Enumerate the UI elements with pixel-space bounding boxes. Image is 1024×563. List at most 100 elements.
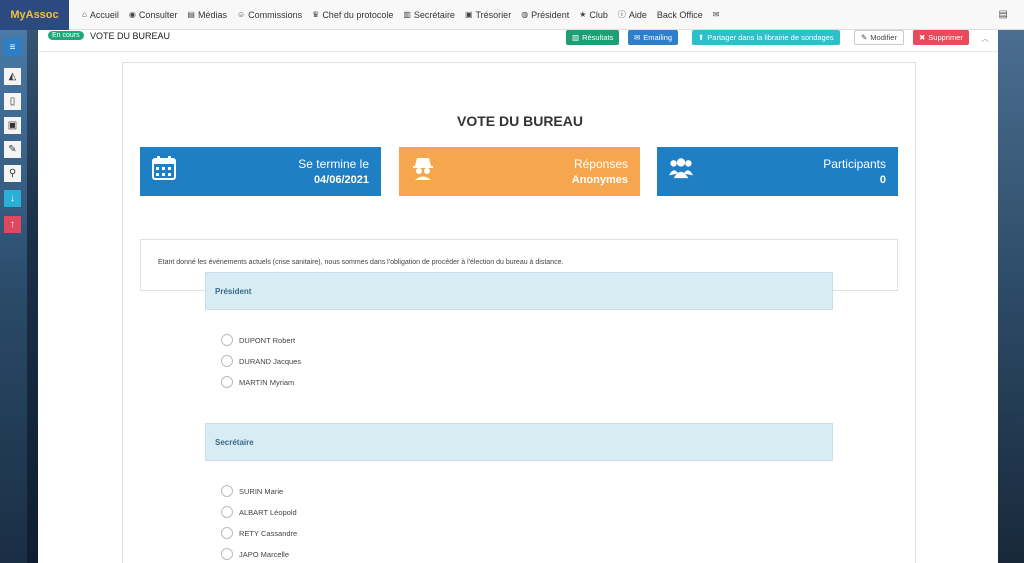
option-label: SURIN Marie (239, 486, 284, 496)
close-icon: ✖ (919, 33, 926, 42)
radio-button[interactable] (221, 485, 233, 497)
option-martin-myriam[interactable]: MARTIN Myriam (221, 376, 294, 388)
section-header-president: Président (205, 272, 833, 310)
nav-label: Accueil (89, 9, 119, 20)
option-japo-marcelle[interactable]: JAPO Marcelle (221, 548, 289, 560)
hamburger-menu-icon[interactable]: ≡ (4, 39, 21, 56)
edit-label: Modifier (870, 33, 897, 42)
main-nav: ⌂ Accueil ◉ Consulter ▤ Médias ☺ Commissions… (77, 0, 724, 30)
option-durand-jacques[interactable]: DURAND Jacques (221, 355, 301, 367)
book-icon: ▥ (403, 10, 411, 19)
edit-icon: ✎ (861, 33, 868, 42)
option-label: JAPO Marcelle (239, 549, 290, 559)
radio-button[interactable] (221, 506, 233, 518)
radio-button[interactable] (221, 527, 233, 539)
calendar-icon (152, 156, 176, 180)
user-menu-icon[interactable]: ▤ (999, 9, 1008, 20)
status-badge: En cours (48, 31, 84, 40)
users-icon (669, 158, 693, 179)
delete-label: Supprimer (928, 33, 963, 42)
nav-label: Secrétaire (413, 9, 455, 20)
stat-end-date: Se termine le 04/06/2021 (140, 147, 381, 196)
nav-label: Aide (628, 9, 647, 20)
stat-participants: Participants 0 (657, 147, 898, 196)
radio-button[interactable] (221, 334, 233, 346)
nav-back-office[interactable]: Back Office (652, 0, 708, 30)
nav-label: Club (589, 9, 608, 20)
radio-button[interactable] (221, 548, 233, 560)
bar-chart-icon: ▥ (572, 33, 580, 42)
page-title: VOTE DU BUREAU (90, 31, 171, 41)
background-right (998, 30, 1024, 563)
arrow-up-icon[interactable]: ↑ (4, 216, 21, 233)
vote-card: VOTE DU BUREAU Se termine le 04/06/2021 … (122, 62, 916, 563)
envelope-icon: ✉ (712, 10, 720, 19)
nav-label: Médias (197, 9, 227, 20)
emailing-label: Emailing (643, 33, 673, 42)
money-icon: ▣ (464, 10, 473, 19)
share-label: Partager dans la librairie de sondages (707, 33, 834, 42)
option-albart-leopold[interactable]: ALBART Léopold (221, 506, 297, 518)
nav-label: Trésorier (475, 9, 512, 20)
section-header-secretaire: Secrétaire (205, 423, 833, 461)
nav-chef-protocole[interactable]: ♛ Chef du protocole (307, 0, 398, 30)
nav-label: Commissions (248, 9, 303, 20)
stat-responses: Réponses Anonymes (399, 147, 640, 196)
results-button[interactable]: ▥ Résultats (566, 30, 620, 45)
money-icon[interactable]: ▣ (4, 117, 21, 134)
map-marker-icon[interactable]: ⚲ (4, 165, 21, 182)
option-dupont-robert[interactable]: DUPONT Robert (221, 334, 295, 346)
star-icon: ★ (579, 10, 587, 19)
wrench-icon[interactable]: ✎ (4, 141, 21, 158)
brand-logo[interactable]: MyAssoc (0, 0, 69, 30)
stat-value: 04/06/2021 (313, 174, 369, 186)
top-navbar: MyAssoc ⌂ Accueil ◉ Consulter ▤ Médias ☺ Com… (0, 0, 1024, 30)
radio-button[interactable] (221, 355, 233, 367)
nav-club[interactable]: ★ Club (574, 0, 613, 30)
main-panel: En cours VOTE DU BUREAU ▥ Résultats ✉ Emai… (38, 30, 998, 563)
emailing-button[interactable]: ✉ Emailing (628, 30, 679, 45)
radio-button[interactable] (221, 376, 233, 388)
info-icon: ⓘ (617, 10, 626, 19)
option-label: RETY Cassandre (239, 528, 298, 538)
nav-consulter[interactable]: ◉ Consulter (124, 0, 183, 30)
document-icon[interactable]: ▯ (4, 93, 21, 110)
left-sidebar: ≡ ◭ ▯ ▣ ✎ ⚲ ↓ ↑ (0, 30, 27, 563)
trophy-icon: ♛ (312, 10, 320, 19)
nav-aide[interactable]: ⓘ Aide (613, 0, 652, 30)
file-icon: ▤ (187, 10, 195, 19)
stat-value: Anonymes (571, 174, 628, 186)
incognito-icon (413, 158, 433, 180)
share-icon: ⬆ (698, 33, 705, 42)
nav-label: Consulter (138, 9, 178, 20)
option-rety-cassandre[interactable]: RETY Cassandre (221, 527, 297, 539)
stat-label: Participants (823, 157, 886, 171)
option-surin-marie[interactable]: SURIN Marie (221, 485, 283, 497)
nav-accueil[interactable]: ⌂ Accueil (77, 0, 124, 30)
nav-label: Chef du protocole (322, 9, 394, 20)
nav-label: Président (531, 9, 570, 20)
nav-commissions[interactable]: ☺ Commissions (232, 0, 307, 30)
nav-tresorier[interactable]: ▣ Trésorier (460, 0, 516, 30)
edit-button[interactable]: ✎ Modifier (854, 30, 904, 45)
stat-label: Se termine le (298, 157, 369, 171)
share-library-button[interactable]: ⬆ Partager dans la librairie de sondages (692, 30, 840, 45)
chart-icon[interactable]: ◭ (4, 68, 21, 85)
nav-president[interactable]: ◍ Président (516, 0, 574, 30)
eye-icon: ◉ (128, 10, 136, 19)
nav-messages[interactable]: ✉ (708, 0, 725, 30)
chevron-up-icon[interactable]: ︿ (981, 33, 989, 44)
arrow-down-icon[interactable]: ↓ (4, 190, 21, 207)
stat-label: Réponses (573, 157, 628, 171)
option-label: MARTIN Myriam (239, 377, 295, 387)
nav-secretaire[interactable]: ▥ Secrétaire (398, 0, 460, 30)
nav-label: Back Office (656, 9, 703, 20)
option-label: ALBART Léopold (239, 507, 297, 517)
user-circle-icon: ☺ (236, 10, 246, 19)
nav-medias[interactable]: ▤ Médias (182, 0, 232, 30)
delete-button[interactable]: ✖ Supprimer (913, 30, 969, 45)
poll-header: En cours VOTE DU BUREAU ▥ Résultats ✉ Emai… (38, 30, 998, 52)
option-label: DURAND Jacques (239, 356, 302, 366)
option-label: DUPONT Robert (239, 335, 296, 345)
home-icon: ⌂ (82, 10, 87, 19)
